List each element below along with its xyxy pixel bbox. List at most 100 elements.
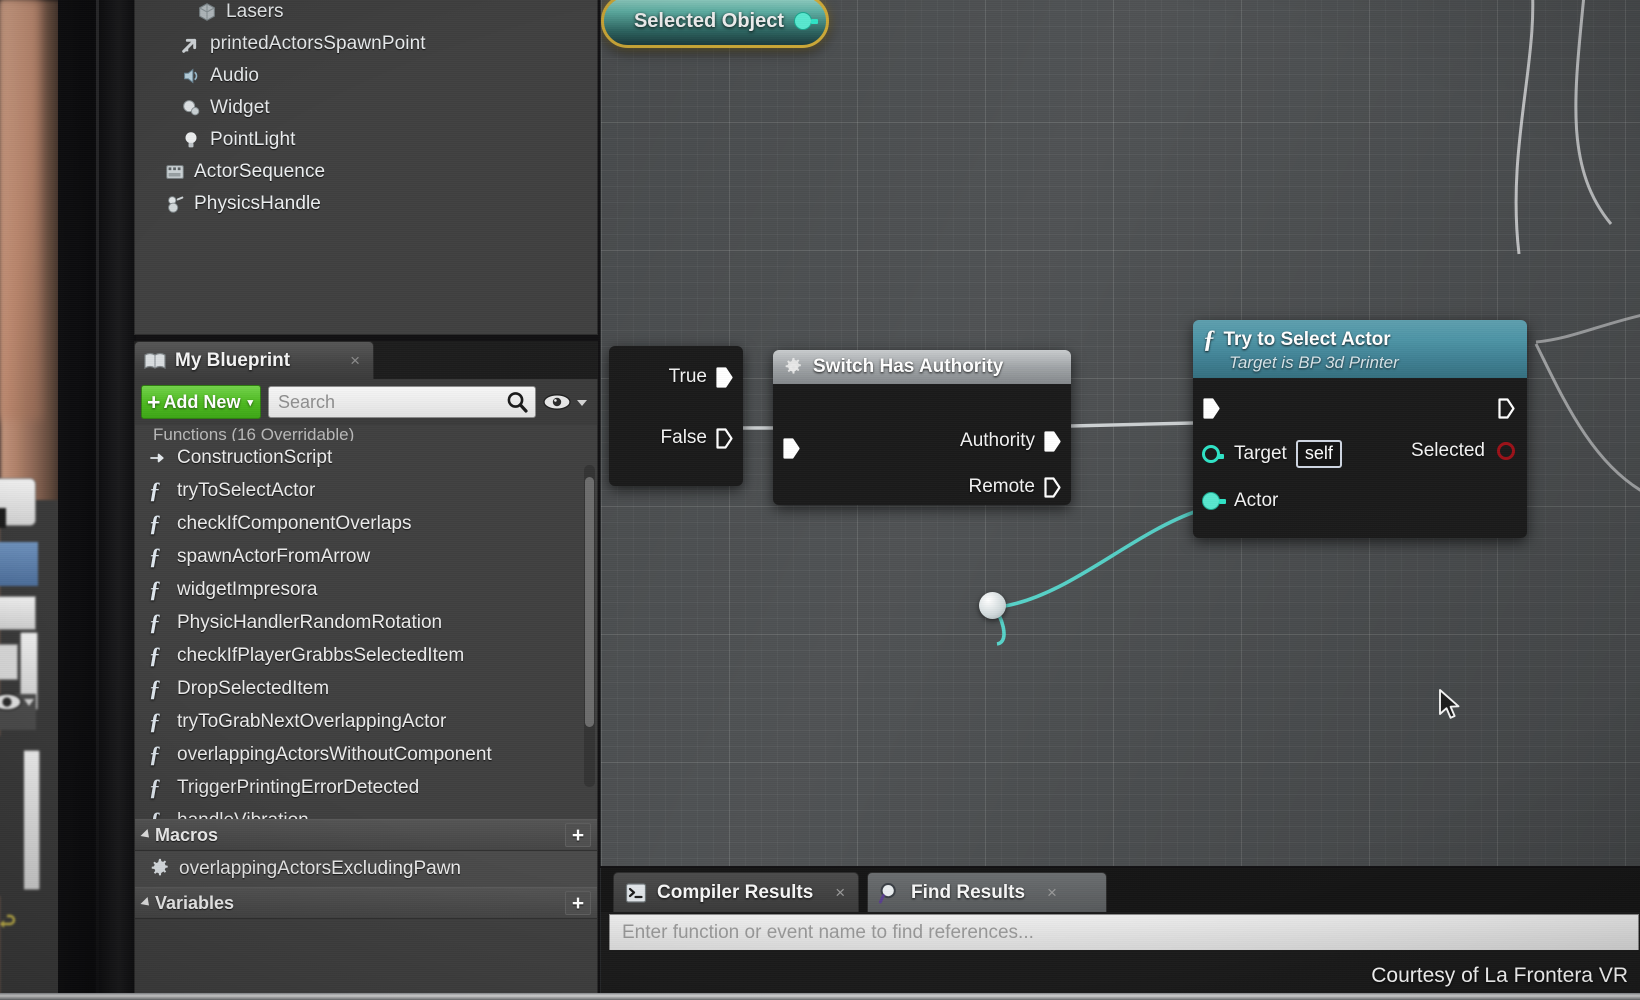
function-list-item-label: PhysicHandlerRandomRotation [177,611,443,633]
tsa-exec-out-pin[interactable] [1498,398,1515,419]
graph-node-branch[interactable]: True False [609,346,743,486]
component-tree-item-pointlight[interactable]: PointLight [135,124,597,156]
pointlight-icon [179,128,203,152]
component-tree-item-printedactorsspawnpoint[interactable]: printedActorsSpawnPoint [135,28,597,60]
function-list-item-label: checkIfPlayerGrabbsSelectedItem [177,644,465,666]
branch-pin-false[interactable]: False [609,408,743,468]
macros-section-label: Macros [155,824,219,845]
branch-true-label: True [668,366,707,387]
tsa-node-body: Target self Selected Actor [1193,378,1527,538]
component-tree-item-audio[interactable]: Audio [135,60,597,92]
data-wire-knot-to-actor [1004,509,1198,608]
function-list-item[interactable]: ƒ tryToSelectActor [135,474,597,507]
components-tree-panel: Lasers printedActorsSpawnPoint Audio Widget… [134,0,598,335]
tsa-target-value[interactable]: self [1295,440,1342,468]
object-ref-pin-icon[interactable] [794,12,818,30]
function-list-item[interactable]: ConstructionScript [135,441,597,474]
cutoff-search-field[interactable] [0,596,36,630]
wire-reroute-knot[interactable] [979,592,1006,619]
remote-output-label: Remote [968,476,1035,497]
authority-node-header: Switch Has Authority [773,350,1071,384]
function-list-item[interactable]: ƒ TriggerPrintingErrorDetected [135,771,597,804]
function-list-item[interactable]: ƒ PhysicHandlerRandomRotation [135,606,597,639]
function-icon: ƒ [149,510,161,536]
component-tree-item-physicshandle[interactable]: PhysicsHandle [135,188,597,220]
graph-node-try-to-select-actor[interactable]: ƒ Try to Select Actor Target is BP 3d Pr… [1193,320,1527,538]
component-tree-item-widget[interactable]: Widget [135,92,597,124]
function-list-item[interactable]: ƒ checkIfPlayerGrabbsSelectedItem [135,639,597,672]
my-blueprint-toolbar: + Add New ▾ Search [134,379,598,425]
cutoff-scrollbar-2[interactable] [22,750,40,890]
dock-tab-find-results[interactable]: Find Results × [867,872,1107,912]
function-list-item-label: ConstructionScript [177,446,333,468]
monitor-bezel-bottom [0,993,1640,1000]
photo-foreground-blur [0,0,40,420]
authority-exec-in-pin[interactable] [783,438,800,459]
tsa-actor-label: Actor [1234,490,1279,511]
function-icon: ƒ [149,576,161,602]
tab-my-blueprint[interactable]: My Blueprint × [134,341,374,379]
branch-pin-true[interactable]: True [609,346,743,408]
function-list-item-label: checkIfComponentOverlaps [177,512,412,534]
blueprint-graph-canvas[interactable]: True False Switch Has Authority Authorit… [600,0,1640,866]
function-list-item[interactable]: ƒ overlappingActorsWithoutComponent [135,738,597,771]
cutoff-combo[interactable] [0,542,38,586]
dock-tab-compiler-results[interactable]: Compiler Results × [613,872,859,912]
macro-list-item-label: overlappingActorsExcludingPawn [179,858,461,879]
tsa-pin-selected[interactable]: Selected [1411,440,1515,462]
component-tree-item-label: Audio [210,65,260,86]
dock-tab-label: Compiler Results [657,881,814,903]
function-list-item-label: TriggerPrintingErrorDetected [177,776,420,798]
function-list-item[interactable]: ƒ spawnActorFromArrow [135,540,597,573]
function-icon: ƒ [149,675,161,701]
find-results-search-input[interactable]: Enter function or event name to find ref… [609,914,1639,952]
function-list-item[interactable]: ƒ tryToGrabNextOverlappingActor [135,705,597,738]
chevron-down-icon [577,400,587,406]
variables-section-header[interactable]: Variables + [135,887,597,919]
function-list-item[interactable]: ƒ handleVibration [135,804,597,820]
reset-arrow-icon[interactable] [0,910,20,934]
function-list-item[interactable]: ƒ checkIfComponentOverlaps [135,507,597,540]
component-tree-item-label: ActorSequence [194,161,326,182]
close-icon[interactable]: × [350,351,364,371]
background-wire-1 [1514,0,1535,255]
add-macro-button[interactable]: + [565,823,591,847]
function-list-item[interactable]: ƒ DropSelectedItem [135,672,597,705]
visibility-toggle[interactable] [543,393,591,411]
chevron-down-icon: ▾ [247,396,253,409]
authority-pin-remote[interactable]: Remote [968,474,1061,500]
component-tree-item-label: Lasers [226,1,284,22]
component-tree-item-lasers[interactable]: Lasers [135,0,597,28]
components-tree-list: Lasers printedActorsSpawnPoint Audio Widget… [135,0,597,220]
function-icon: ƒ [149,708,161,734]
cutoff-field[interactable] [0,644,18,680]
add-variable-button[interactable]: + [565,891,591,915]
graph-node-switch-has-authority[interactable]: Switch Has Authority Authority Remote [773,350,1071,505]
tsa-pin-target[interactable]: Target self [1202,440,1342,468]
dock-tab-label: Find Results [911,881,1026,903]
graph-node-selected-object-get[interactable]: Selected Object [601,0,829,48]
function-list-item[interactable]: ƒ widgetImpresora [135,573,597,606]
tsa-pin-actor[interactable]: Actor [1202,490,1278,512]
add-new-button[interactable]: + Add New ▾ [141,385,261,419]
tsa-title-row: ƒ Try to Select Actor [1203,326,1391,354]
search-icon [878,881,902,905]
component-tree-item-actorsequence[interactable]: ActorSequence [135,156,597,188]
macros-section-header[interactable]: Macros + [135,819,597,851]
exec-pin-icon [1044,476,1061,498]
search-placeholder: Search [277,391,336,412]
find-results-search-placeholder: Enter function or event name to find ref… [622,922,1034,943]
component-tree-item-label: printedActorsSpawnPoint [210,33,426,54]
authority-pin-authority[interactable]: Authority [960,428,1061,454]
tsa-node-subtitle: Target is BP 3d Printer [1229,353,1399,372]
macro-list-item[interactable]: overlappingActorsExcludingPawn [135,851,597,887]
component-tree-item-label: Widget [210,97,270,118]
close-icon[interactable]: × [1047,883,1057,903]
close-icon[interactable]: × [835,883,845,903]
console-icon [624,881,648,905]
search-input[interactable]: Search [267,386,536,418]
my-blueprint-scrollbar[interactable] [584,465,595,787]
eye-icon[interactable] [0,692,38,712]
add-new-label: Add New [163,391,241,412]
tsa-exec-in-pin[interactable] [1203,398,1220,419]
